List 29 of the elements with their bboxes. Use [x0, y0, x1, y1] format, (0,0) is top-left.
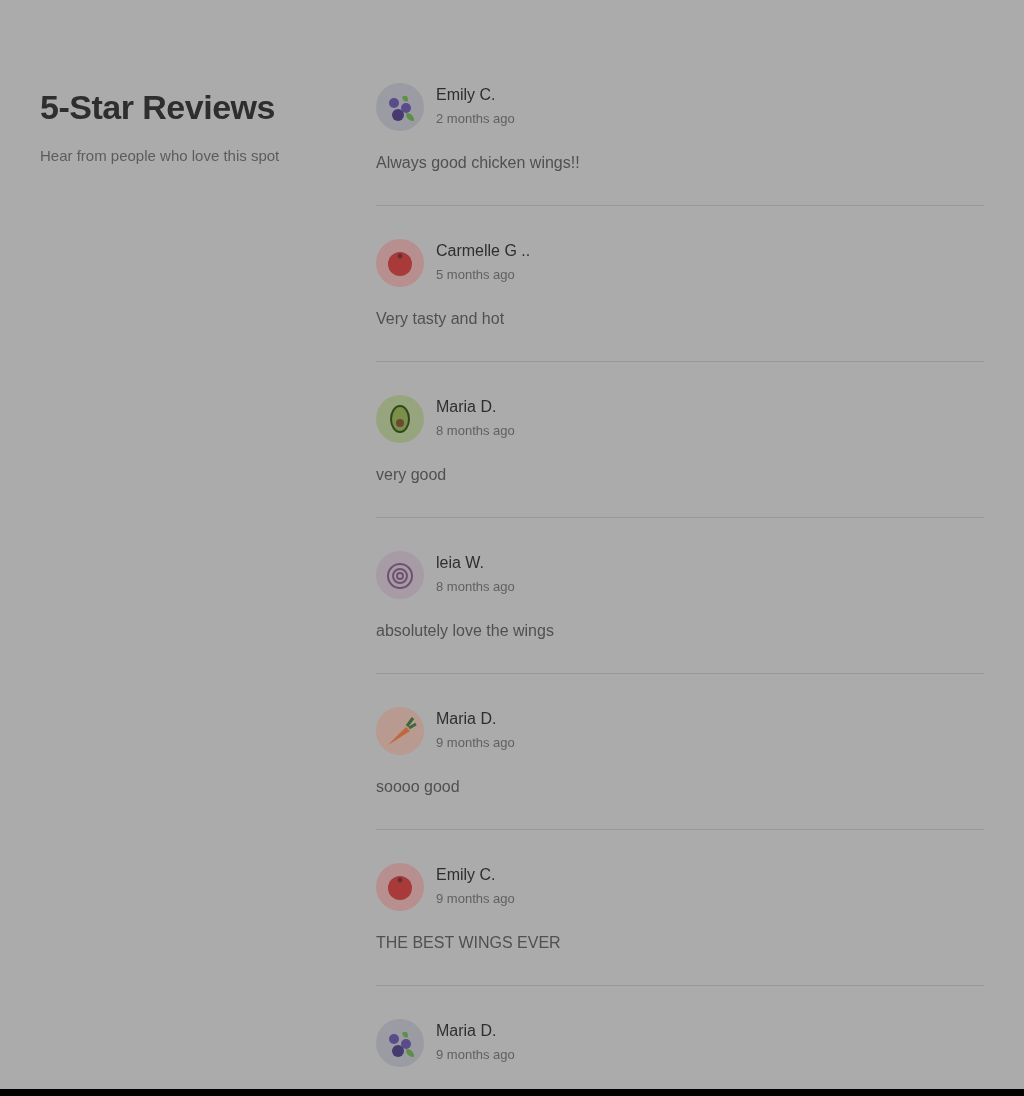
review-text: Always good chicken wings!!: [376, 153, 581, 173]
avocado-avatar-icon: [376, 395, 424, 443]
review-text: soooo good: [376, 777, 461, 797]
review-date: 9 months ago: [436, 1047, 515, 1062]
review-date: 5 months ago: [436, 267, 516, 282]
reviewer-name: Maria D.: [436, 1021, 498, 1041]
review-date: 8 months ago: [436, 423, 515, 438]
section-title: 5-Star Reviews: [40, 87, 276, 127]
review-text: absolutely love the wings: [376, 621, 555, 641]
blueberry-avatar-icon: [376, 83, 424, 131]
tomato-avatar-icon: [376, 863, 424, 911]
reviewer-name: Maria D.: [436, 397, 498, 417]
reviewer-name: Carmelle G ..: [436, 241, 531, 261]
reviewer-name: Maria D.: [436, 709, 498, 729]
carrot-avatar-icon: [376, 707, 424, 755]
review-text: Very tasty and hot: [376, 309, 506, 329]
review-date: 9 months ago: [436, 891, 515, 906]
blueberry-avatar-icon: [376, 1019, 424, 1067]
reviewer-name: Emily C.: [436, 865, 497, 885]
reviewer-name: Emily C.: [436, 85, 497, 105]
reviewer-name: leia W.: [436, 553, 485, 573]
onion-avatar-icon: [376, 551, 424, 599]
review-text: very good: [376, 465, 448, 485]
review-text: THE BEST WINGS EVER: [376, 933, 562, 953]
tomato-avatar-icon: [376, 239, 424, 287]
section-subtitle: Hear from people who love this spot: [40, 147, 281, 164]
review-date: 2 months ago: [436, 111, 515, 126]
review-date: 9 months ago: [436, 735, 515, 750]
review-date: 8 months ago: [436, 579, 515, 594]
